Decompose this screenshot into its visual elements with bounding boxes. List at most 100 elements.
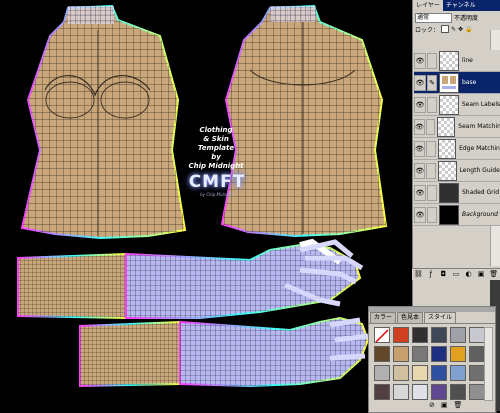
lock-row: ロック： ✎ ✥ 🔒	[413, 24, 500, 34]
tab-channels[interactable]: チャンネル	[443, 0, 479, 11]
layers-tab-bar: レイヤー チャンネル	[413, 0, 500, 11]
layer-thumbnail	[439, 72, 459, 93]
front-torso-panel	[20, 4, 187, 240]
eye-icon[interactable]: 👁	[414, 162, 426, 179]
clear-style-icon[interactable]: ⊘	[429, 401, 435, 409]
styles-palette: カラー 色見本 スタイル ⊘ ▣ 🗑	[368, 306, 496, 413]
layer-name: Seam Labels	[461, 101, 500, 108]
style-swatch[interactable]	[469, 365, 485, 381]
trash-icon[interactable]: 🗑	[489, 270, 498, 279]
layer-name: line	[462, 57, 473, 64]
layer-link-toggle[interactable]	[426, 140, 436, 157]
style-swatch[interactable]	[431, 327, 447, 343]
tab-color[interactable]: カラー	[370, 312, 397, 323]
palette-bottom-bar: ⊘ ▣ 🗑	[429, 401, 462, 409]
lower-arm-panel	[79, 316, 370, 388]
style-swatch[interactable]	[412, 346, 428, 362]
eye-icon[interactable]: 👁	[414, 74, 426, 91]
style-swatch[interactable]	[412, 365, 428, 381]
lock-transparency-checkbox[interactable]	[441, 25, 450, 33]
layer-name: Length Guides	[459, 167, 500, 174]
style-swatch[interactable]	[469, 327, 485, 343]
style-swatch[interactable]	[393, 365, 409, 381]
layer-row[interactable]: 👁 Background	[414, 204, 500, 226]
set-icon[interactable]: ▭	[451, 270, 460, 279]
eye-icon[interactable]: 👁	[414, 96, 426, 113]
style-swatch[interactable]	[393, 327, 409, 343]
layer-link-toggle[interactable]	[427, 184, 437, 201]
caption-line-2: & Skin	[203, 135, 229, 143]
new-style-icon[interactable]: ▣	[441, 401, 448, 409]
layer-link-toggle[interactable]: ✎	[427, 74, 437, 91]
template-caption: Clothing & Skin Template by Chip Midnigh…	[180, 126, 252, 171]
layer-thumbnail	[439, 182, 459, 203]
uv-template-artwork	[17, 4, 388, 388]
style-swatch[interactable]	[431, 365, 447, 381]
style-swatch[interactable]	[431, 384, 447, 400]
style-swatch[interactable]	[450, 346, 466, 362]
style-swatch[interactable]	[469, 384, 485, 400]
layers-bottom-toolbar: ⛓ ƒ ◘ ▭ ◐ ▣ 🗑	[412, 268, 500, 280]
style-swatch[interactable]	[450, 365, 466, 381]
layer-name: Shaded Grid	[462, 189, 500, 196]
palette-scrollbar[interactable]	[484, 327, 493, 401]
caption-line-1: Clothing	[199, 126, 233, 134]
layer-thumbnail	[439, 50, 459, 71]
fx-icon[interactable]: ƒ	[426, 270, 435, 279]
tab-layers[interactable]: レイヤー	[413, 0, 443, 11]
layer-row[interactable]: 👁 Seam Labels	[414, 94, 500, 116]
layer-row[interactable]: 👁 Seam Matching	[414, 116, 500, 138]
eye-icon[interactable]: 👁	[414, 206, 426, 223]
layer-row[interactable]: 👁 Length Guides	[414, 160, 500, 182]
style-swatch[interactable]	[393, 346, 409, 362]
layer-link-toggle[interactable]	[425, 118, 436, 135]
upper-arm-panel	[17, 238, 364, 320]
caption-line-4: by	[211, 153, 221, 161]
palette-tab-bar: カラー 色見本 スタイル	[369, 312, 495, 324]
layer-thumbnail	[437, 160, 457, 181]
style-swatch[interactable]	[374, 365, 390, 381]
lock-label: ロック：	[415, 26, 440, 34]
eye-icon[interactable]: 👁	[414, 118, 425, 135]
eye-icon[interactable]: 👁	[414, 52, 426, 69]
delete-style-icon[interactable]: 🗑	[454, 401, 463, 409]
layer-thumbnail	[437, 138, 457, 159]
brush-lock-icon[interactable]: ✎	[451, 26, 456, 33]
layer-name: base	[462, 79, 477, 86]
layer-row[interactable]: 👁 ✎ base	[414, 72, 500, 94]
mask-icon[interactable]: ◘	[439, 270, 448, 279]
style-swatch[interactable]	[469, 346, 485, 362]
layer-link-toggle[interactable]	[426, 96, 437, 113]
layer-name: Edge Matching	[459, 145, 500, 152]
layer-row[interactable]: 👁 Shaded Grid	[414, 182, 500, 204]
layer-row[interactable]: 👁 Edge Matching	[414, 138, 500, 160]
eye-icon[interactable]: 👁	[414, 184, 426, 201]
move-lock-icon[interactable]: ✥	[458, 26, 463, 33]
style-swatch[interactable]	[374, 327, 390, 343]
layer-link-toggle[interactable]	[426, 162, 436, 179]
layer-row[interactable]: 👁 line	[414, 50, 500, 72]
style-swatch[interactable]	[412, 327, 428, 343]
new-layer-icon[interactable]: ▣	[477, 270, 486, 279]
link-icon[interactable]: ⛓	[414, 270, 423, 279]
style-swatch[interactable]	[450, 327, 466, 343]
layer-thumbnail	[439, 204, 459, 225]
tab-swatches[interactable]: 色見本	[397, 312, 424, 323]
blend-mode-select[interactable]: 通常	[415, 12, 452, 23]
opacity-label: 不透明度	[454, 15, 479, 22]
style-swatch[interactable]	[374, 346, 390, 362]
eye-icon[interactable]: 👁	[414, 140, 426, 157]
style-swatch[interactable]	[412, 384, 428, 400]
layer-link-toggle[interactable]	[427, 52, 437, 69]
adjust-icon[interactable]: ◐	[464, 270, 473, 279]
lock-all-icon[interactable]: 🔒	[465, 26, 472, 33]
style-swatch[interactable]	[374, 384, 390, 400]
tab-styles[interactable]: スタイル	[424, 312, 457, 323]
caption-line-3: Template	[197, 144, 235, 152]
style-swatch[interactable]	[450, 384, 466, 400]
style-swatch[interactable]	[393, 384, 409, 400]
layer-link-toggle[interactable]	[427, 206, 437, 223]
layer-thumbnail	[437, 116, 456, 137]
texture-canvas[interactable]: Clothing & Skin Template by Chip Midnigh…	[0, 0, 412, 411]
style-swatch[interactable]	[431, 346, 447, 362]
